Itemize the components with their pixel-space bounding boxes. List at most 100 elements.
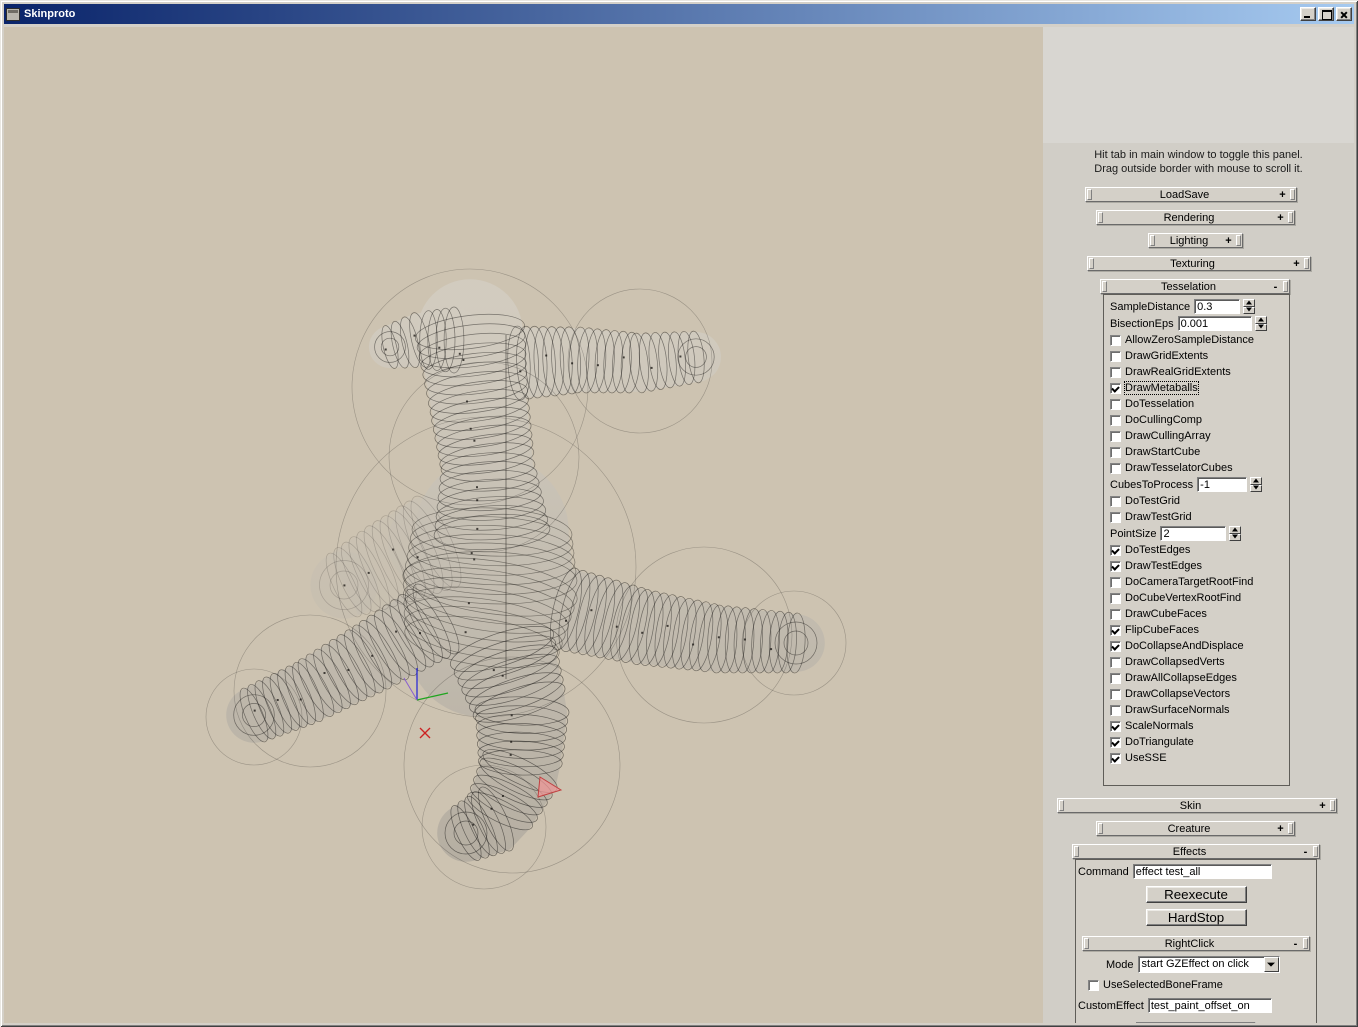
partial-input[interactable]: [1136, 1022, 1256, 1023]
checkbox-row-scalenormals[interactable]: ScaleNormals: [1110, 718, 1287, 734]
mode-dropdown[interactable]: start GZEffect on click: [1138, 956, 1280, 973]
section-bar-rightclick[interactable]: RightClick -: [1082, 936, 1310, 951]
checkbox[interactable]: [1110, 431, 1121, 442]
checkbox[interactable]: [1110, 367, 1121, 378]
checkbox-row-useselectedboneframe[interactable]: UseSelectedBoneFrame: [1078, 977, 1314, 993]
tesselation-collapse-toggle[interactable]: -: [1269, 281, 1282, 293]
customeffect-input[interactable]: [1148, 998, 1272, 1013]
section-bar-loadsave[interactable]: LoadSave +: [1085, 187, 1297, 202]
checkbox[interactable]: [1110, 705, 1121, 716]
checkbox[interactable]: [1110, 737, 1121, 748]
checkbox-row-dotestgrid[interactable]: DoTestGrid: [1110, 493, 1287, 509]
checkbox[interactable]: [1110, 512, 1121, 523]
checkbox[interactable]: [1110, 399, 1121, 410]
checkbox[interactable]: [1110, 545, 1121, 556]
creature-expand-toggle[interactable]: +: [1274, 823, 1287, 835]
checkbox-row-dotesselation[interactable]: DoTesselation: [1110, 396, 1287, 412]
checkbox[interactable]: [1110, 657, 1121, 668]
lighting-expand-toggle[interactable]: +: [1222, 235, 1235, 247]
spin-up-icon[interactable]: [1229, 526, 1241, 534]
spin-down-icon[interactable]: [1229, 534, 1241, 542]
titlebar[interactable]: Skinproto: [4, 4, 1354, 24]
section-bar-skin[interactable]: Skin +: [1057, 798, 1337, 813]
minimize-button[interactable]: [1300, 7, 1316, 21]
checkbox-row-drawtesselatorcubes[interactable]: DrawTesselatorCubes: [1110, 460, 1287, 476]
checkbox[interactable]: [1110, 689, 1121, 700]
section-bar-creature[interactable]: Creature +: [1096, 821, 1295, 836]
checkbox-row-docollapseanddisplace[interactable]: DoCollapseAndDisplace: [1110, 638, 1287, 654]
loadsave-expand-toggle[interactable]: +: [1276, 189, 1289, 201]
checkbox-row-docullingcomp[interactable]: DoCullingComp: [1110, 412, 1287, 428]
checkbox[interactable]: [1110, 625, 1121, 636]
hardstop-button[interactable]: HardStop: [1146, 909, 1247, 926]
checkbox[interactable]: [1110, 463, 1121, 474]
spin-down-icon[interactable]: [1243, 307, 1255, 315]
checkbox[interactable]: [1110, 673, 1121, 684]
checkbox[interactable]: [1110, 609, 1121, 620]
checkbox[interactable]: [1110, 641, 1121, 652]
cubestoprocess-input[interactable]: [1197, 477, 1247, 492]
checkbox-row-usesse[interactable]: UseSSE: [1110, 750, 1287, 766]
close-button[interactable]: [1336, 7, 1352, 21]
sampledistance-spinner[interactable]: [1243, 299, 1255, 314]
checkbox[interactable]: [1110, 561, 1121, 572]
checkbox[interactable]: [1110, 335, 1121, 346]
dropdown-arrow-icon[interactable]: [1264, 957, 1279, 972]
section-bar-texturing[interactable]: Texturing +: [1087, 256, 1311, 271]
spin-up-icon[interactable]: [1250, 477, 1262, 485]
pointsize-spinner[interactable]: [1229, 526, 1241, 541]
section-bar-lighting[interactable]: Lighting +: [1148, 233, 1243, 248]
spin-up-icon[interactable]: [1243, 299, 1255, 307]
checkbox-row-drawtestedges[interactable]: DrawTestEdges: [1110, 558, 1287, 574]
command-input[interactable]: [1133, 864, 1272, 879]
viewport-3d[interactable]: [4, 27, 1043, 1023]
checkbox-row-docameratargetrootfind[interactable]: DoCameraTargetRootFind: [1110, 574, 1287, 590]
cubestoprocess-spinner[interactable]: [1250, 477, 1262, 492]
checkbox[interactable]: [1088, 980, 1099, 991]
checkbox-row-drawcullingarray[interactable]: DrawCullingArray: [1110, 428, 1287, 444]
checkbox-row-drawsurfacenormals[interactable]: DrawSurfaceNormals: [1110, 702, 1287, 718]
rendering-expand-toggle[interactable]: +: [1274, 212, 1287, 224]
checkbox-row-drawcubefaces[interactable]: DrawCubeFaces: [1110, 606, 1287, 622]
bisectioneps-spinner[interactable]: [1255, 316, 1267, 331]
section-bar-tesselation[interactable]: Tesselation -: [1100, 279, 1290, 294]
checkbox-row-drawrealgridextents[interactable]: DrawRealGridExtents: [1110, 364, 1287, 380]
maximize-button[interactable]: [1318, 7, 1334, 21]
effects-collapse-toggle[interactable]: -: [1299, 846, 1312, 858]
checkbox-row-dotriangulate[interactable]: DoTriangulate: [1110, 734, 1287, 750]
checkbox-row-drawcollapsevectors[interactable]: DrawCollapseVectors: [1110, 686, 1287, 702]
skin-expand-toggle[interactable]: +: [1316, 800, 1329, 812]
spin-up-icon[interactable]: [1255, 316, 1267, 324]
checkbox-row-drawmetaballs[interactable]: DrawMetaballs: [1110, 380, 1287, 396]
checkbox-row-docubevertexrootfind[interactable]: DoCubeVertexRootFind: [1110, 590, 1287, 606]
checkbox[interactable]: [1110, 577, 1121, 588]
checkbox-row-drawcollapsedverts[interactable]: DrawCollapsedVerts: [1110, 654, 1287, 670]
rightclick-collapse-toggle[interactable]: -: [1289, 938, 1302, 950]
checkbox-row-drawgridextents[interactable]: DrawGridExtents: [1110, 348, 1287, 364]
checkbox[interactable]: [1110, 496, 1121, 507]
bar-grip-right: [1313, 846, 1318, 857]
bisectioneps-input[interactable]: [1178, 316, 1252, 331]
checkbox[interactable]: [1110, 383, 1121, 394]
spin-down-icon[interactable]: [1255, 324, 1267, 332]
reexecute-button[interactable]: Reexecute: [1146, 886, 1247, 903]
checkbox[interactable]: [1110, 351, 1121, 362]
checkbox-row-drawtestgrid[interactable]: DrawTestGrid: [1110, 509, 1287, 525]
checkbox-row-dotestedges[interactable]: DoTestEdges: [1110, 542, 1287, 558]
checkbox-row-drawstartcube[interactable]: DrawStartCube: [1110, 444, 1287, 460]
checkbox[interactable]: [1110, 753, 1121, 764]
spin-down-icon[interactable]: [1250, 485, 1262, 493]
section-bar-effects[interactable]: Effects -: [1072, 844, 1320, 859]
sampledistance-input[interactable]: [1194, 299, 1240, 314]
bisectioneps-label: BisectionEps: [1110, 318, 1176, 330]
checkbox-row-drawallcollapseedges[interactable]: DrawAllCollapseEdges: [1110, 670, 1287, 686]
checkbox[interactable]: [1110, 593, 1121, 604]
pointsize-input[interactable]: [1160, 526, 1226, 541]
section-bar-rendering[interactable]: Rendering +: [1096, 210, 1295, 225]
checkbox-row-flipcubefaces[interactable]: FlipCubeFaces: [1110, 622, 1287, 638]
checkbox[interactable]: [1110, 447, 1121, 458]
checkbox[interactable]: [1110, 721, 1121, 732]
checkbox[interactable]: [1110, 415, 1121, 426]
texturing-expand-toggle[interactable]: +: [1290, 258, 1303, 270]
checkbox-row-allowzerosampledistance[interactable]: AllowZeroSampleDistance: [1110, 332, 1287, 348]
